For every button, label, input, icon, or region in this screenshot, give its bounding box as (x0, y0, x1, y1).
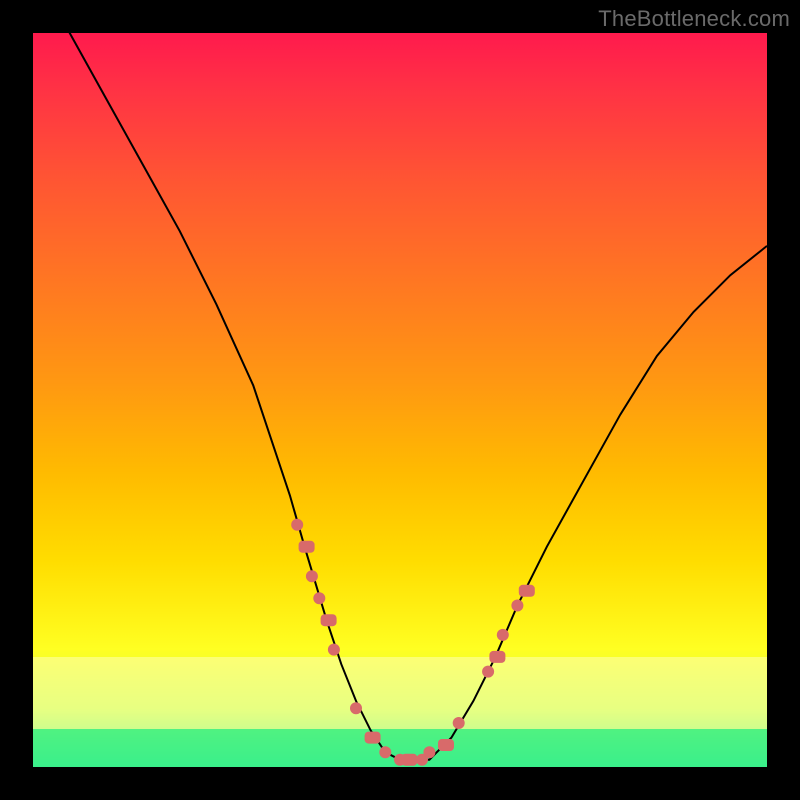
watermark-text: TheBottleneck.com (598, 6, 790, 32)
highlight-beads (291, 519, 535, 766)
chart-frame: TheBottleneck.com (0, 0, 800, 800)
bottleneck-curve (33, 33, 767, 760)
curve-layer (33, 33, 767, 767)
